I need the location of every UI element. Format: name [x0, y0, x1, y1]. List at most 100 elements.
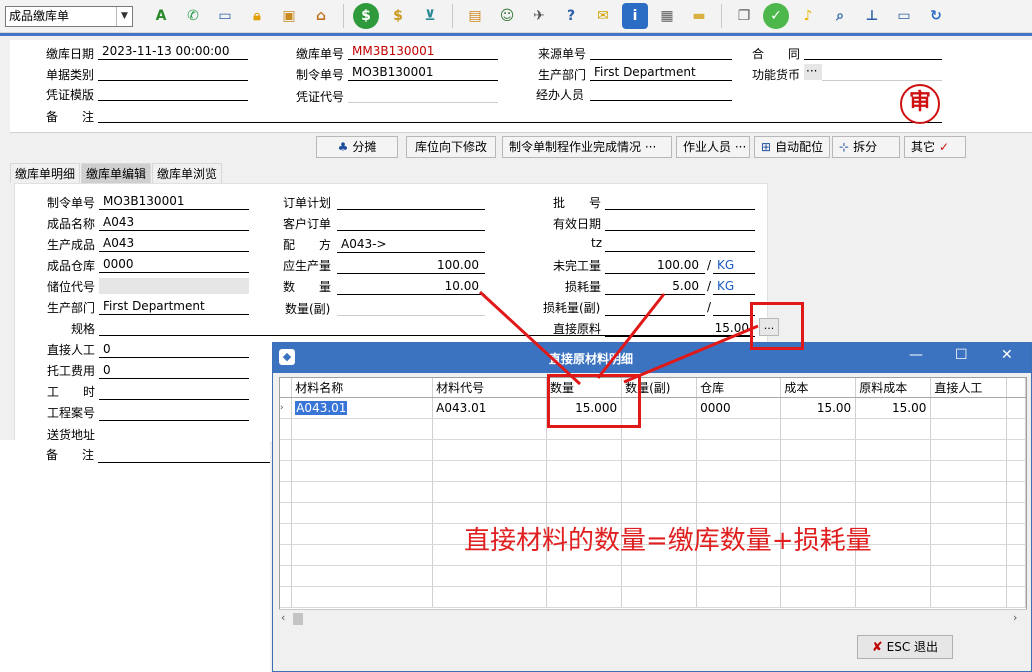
scroll-right-icon[interactable]: › [1013, 611, 1017, 624]
material-name-cell[interactable]: A043.01 [291, 397, 434, 419]
d-name-field[interactable]: A043 [99, 215, 249, 231]
folder-icon[interactable]: ▬ [686, 3, 712, 29]
progress-button[interactable]: 制令单制程作业完成情况 ··· [502, 136, 672, 158]
col-header[interactable]: 直接人工 [930, 378, 1007, 398]
source-field[interactable] [590, 44, 732, 60]
divide-button[interactable]: ⊹ 拆分 [832, 136, 900, 158]
d-loc-field[interactable] [99, 278, 249, 294]
tab-edit[interactable]: 缴库单编辑 [81, 163, 152, 183]
d-material-field[interactable]: 15.00 [605, 321, 755, 337]
col-header[interactable]: 成本 [780, 378, 857, 398]
col-header[interactable]: 原料成本 [855, 378, 932, 398]
scroll-left-icon[interactable]: ‹ [281, 611, 285, 624]
d-order-field[interactable]: MO3B130001 [99, 194, 249, 210]
cost-cell[interactable]: 15.00 [780, 397, 857, 419]
chevron-down-icon[interactable]: ▼ [116, 7, 132, 26]
col-header-extra[interactable] [1006, 378, 1026, 398]
copy-doc-icon[interactable]: ❐ [731, 3, 757, 29]
tab-browse[interactable]: 缴库单浏览 [152, 163, 223, 183]
d-loss2-label: 损耗量(副) [543, 301, 601, 315]
briefcase-icon[interactable]: ▣ [276, 3, 302, 29]
horizontal-scrollbar[interactable]: ‹ › [279, 609, 1027, 627]
dept-field[interactable]: First Department [590, 65, 732, 81]
doc-type-select[interactable]: 成品缴库单 ▼ [5, 6, 133, 27]
search-icon[interactable]: ⌕ [827, 3, 853, 29]
d-product-field[interactable]: A043 [99, 236, 249, 252]
info-icon[interactable]: i [622, 3, 648, 29]
col-header[interactable]: 材料名称 [291, 378, 434, 398]
material-cost-cell[interactable]: 15.00 [855, 397, 932, 419]
warehouse-cell[interactable]: 0000 [696, 397, 782, 419]
refresh-icon[interactable]: ↻ [923, 3, 949, 29]
split-button[interactable]: ♣ 分摊 [316, 136, 398, 158]
close-icon[interactable]: ✕ [1001, 347, 1013, 363]
minimize-icon[interactable]: — [909, 347, 923, 363]
voucher-field[interactable] [348, 87, 498, 103]
check-icon[interactable]: ✓ [763, 3, 789, 29]
material-code-cell[interactable]: A043.01 [432, 397, 547, 419]
currency-ellipsis-button[interactable]: ··· [804, 64, 822, 80]
help-doc-icon[interactable]: ? [558, 3, 584, 29]
d-plan-field[interactable] [337, 194, 485, 210]
esc-exit-button[interactable]: ✘ ESC 退出 [857, 635, 953, 659]
col-header[interactable]: 仓库 [696, 378, 782, 398]
contract-field[interactable] [804, 44, 942, 60]
dollar-icon[interactable]: $ [353, 3, 379, 29]
tab-detail[interactable]: 缴库单明细 [10, 163, 81, 183]
labor-cell[interactable] [930, 397, 1007, 419]
phone-icon[interactable]: ✆ [180, 3, 206, 29]
order-field[interactable]: MO3B130001 [348, 65, 498, 81]
category-field[interactable] [98, 65, 248, 81]
d-cust-field[interactable] [337, 215, 485, 231]
users-icon[interactable]: ☺ [494, 3, 520, 29]
mail-icon[interactable]: ✉ [590, 3, 616, 29]
home-icon[interactable]: ⌂ [308, 3, 334, 29]
d-expire-field[interactable] [605, 215, 755, 231]
worker-button[interactable]: 作业人员 ··· [676, 136, 750, 158]
satellite-icon[interactable]: ✈ [526, 3, 552, 29]
d-tz-field[interactable] [605, 236, 755, 252]
date-field[interactable]: 2023-11-13 00:00:00 [98, 44, 248, 60]
d-unfinished-unit[interactable]: KG [713, 258, 755, 274]
d-loss-field[interactable]: 5.00 [605, 279, 705, 295]
d-labor-field[interactable]: 0 [99, 342, 249, 358]
spell-check-icon[interactable]: A [148, 3, 174, 29]
currency-field[interactable] [822, 65, 942, 81]
money-bag-icon[interactable]: $ [385, 3, 411, 29]
d-remark-field[interactable] [98, 447, 270, 463]
auto-assign-button[interactable]: ⊞ 自动配位 [754, 136, 830, 158]
d-batch-field[interactable] [605, 194, 755, 210]
scroll-thumb[interactable] [293, 613, 303, 625]
d-outsource-field[interactable]: 0 [99, 363, 249, 379]
computer-icon[interactable]: ▭ [891, 3, 917, 29]
other-button[interactable]: 其它 ✓ [904, 136, 966, 158]
maximize-icon[interactable]: ☐ [955, 347, 968, 363]
d-loss2-unit[interactable] [713, 300, 755, 316]
calculator-icon[interactable]: ▦ [654, 3, 680, 29]
modify-location-button[interactable]: 库位向下修改 [406, 136, 496, 158]
d-loss-unit[interactable]: KG [713, 279, 755, 295]
extra-cell[interactable] [1006, 397, 1026, 419]
d-hours-field[interactable] [99, 384, 249, 400]
d-project-field[interactable] [99, 405, 249, 421]
d-qty2-field[interactable] [337, 300, 485, 316]
d-unfinished-field[interactable]: 100.00 [605, 258, 705, 274]
d-qty-field[interactable]: 10.00 [337, 279, 485, 295]
d-wh-field[interactable]: 0000 [99, 257, 249, 273]
bell-icon[interactable]: ♪ [795, 3, 821, 29]
d-dept-field[interactable]: First Department [99, 299, 249, 315]
monitor-icon[interactable]: ▭ [212, 3, 238, 29]
org-chart-icon[interactable]: ⊥ [859, 3, 885, 29]
d-formula-field[interactable]: A043-> [337, 237, 485, 253]
handler-field[interactable] [590, 85, 732, 101]
doc-no-field[interactable]: MM3B130001 [348, 44, 498, 60]
d-loss2-field[interactable] [605, 300, 705, 316]
col-header[interactable]: 材料代号 [432, 378, 547, 398]
cart-icon[interactable]: ⊻ [417, 3, 443, 29]
clipboard-icon[interactable]: ▤ [462, 3, 488, 29]
lock-icon[interactable]: 🔒︎ [244, 3, 270, 29]
d-should-field[interactable]: 100.00 [337, 258, 485, 274]
template-field[interactable] [98, 85, 248, 101]
remark-field[interactable] [98, 107, 942, 123]
table-row[interactable]: › A043.01 A043.01 15.000 0000 15.00 15.0… [280, 397, 1026, 419]
